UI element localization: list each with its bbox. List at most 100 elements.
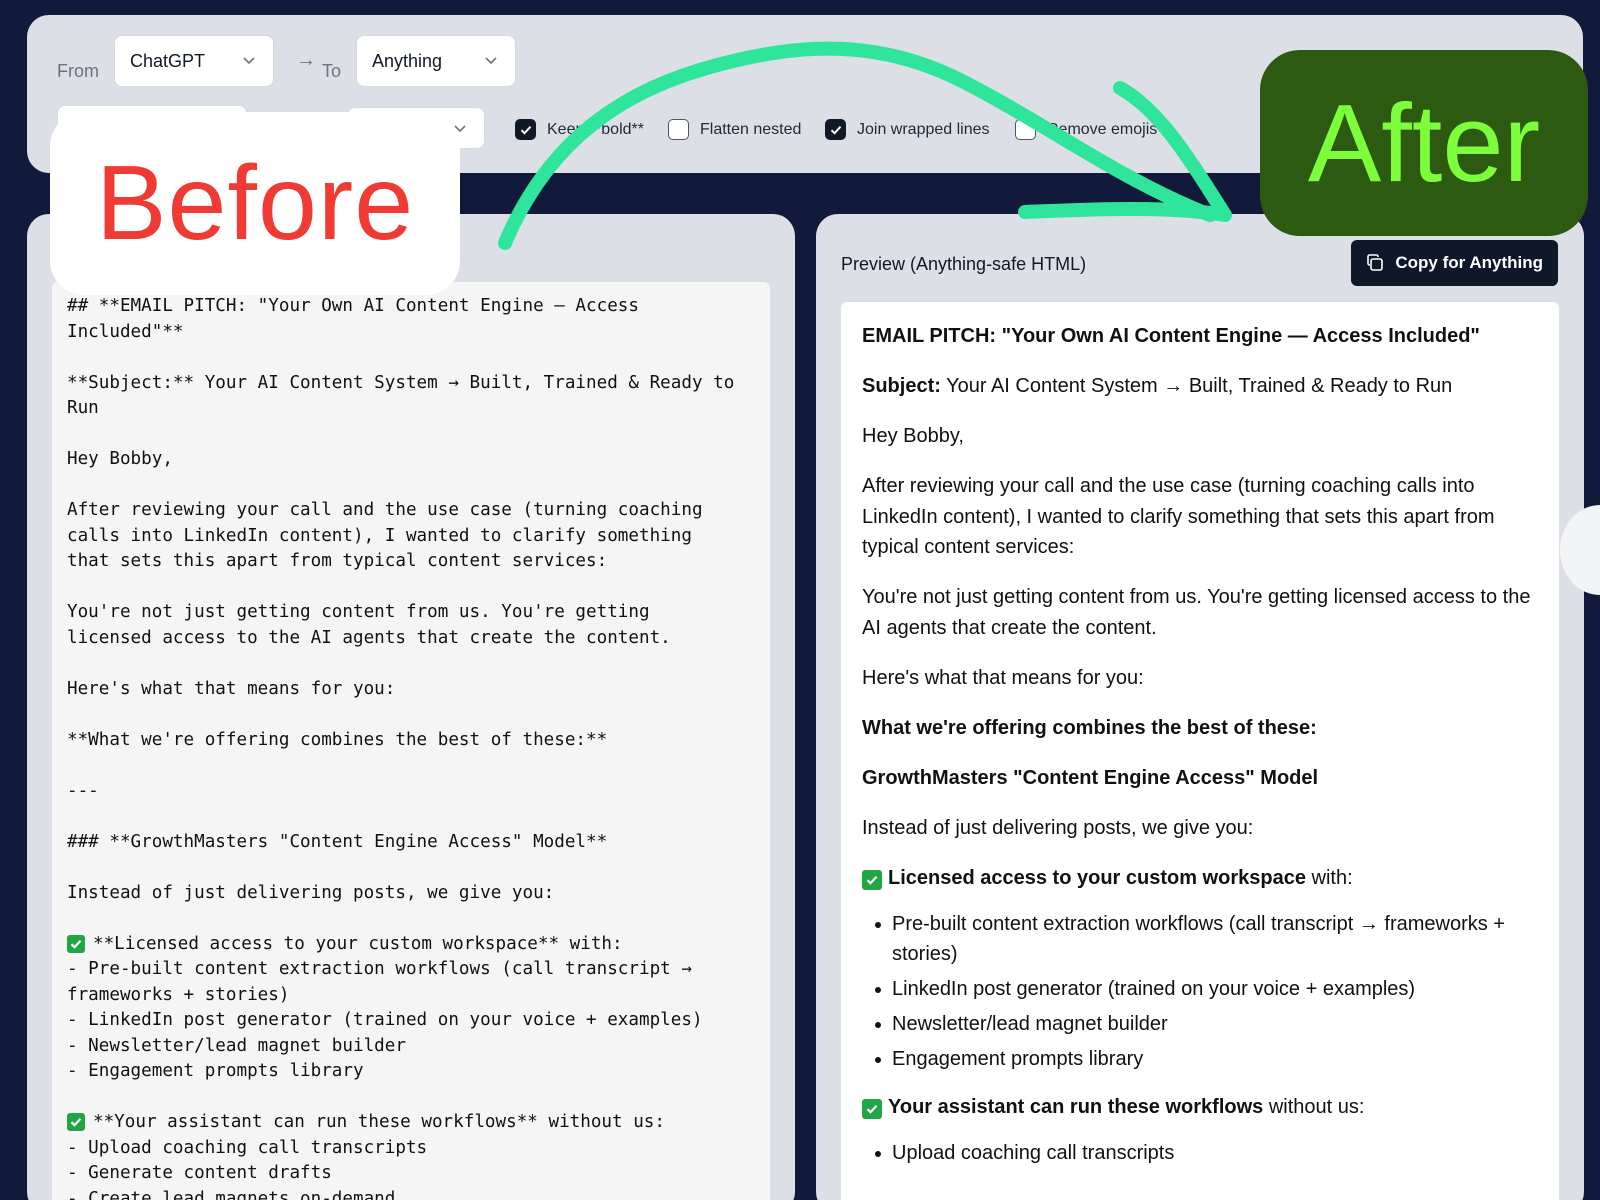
from-label: From — [57, 61, 99, 81]
before-badge: Before — [50, 112, 460, 295]
preview-content: EMAIL PITCH: "Your Own AI Content Engine… — [841, 302, 1559, 1200]
source-line: After reviewing your call and the use ca… — [67, 498, 756, 524]
source-line-text: calls into LinkedIn content), I wanted t… — [67, 525, 692, 546]
source-line-text: - Create lead magnets on-demand — [67, 1188, 396, 1200]
source-line: Here's what that means for you: — [67, 677, 756, 703]
option-label: Join wrapped lines — [857, 120, 990, 138]
source-line-text: ## **EMAIL PITCH: "Your Own AI Content E… — [67, 296, 639, 316]
source-line-text: --- — [67, 780, 99, 801]
option-remove-emojis[interactable]: Remove emojis — [1015, 119, 1157, 140]
option-label: Remove emojis — [1047, 120, 1158, 138]
preview-panel: Preview (Anything-safe HTML) Copy for An… — [816, 214, 1584, 1200]
source-line: - Generate content drafts — [67, 1161, 756, 1187]
copy-for-anything-button[interactable]: Copy for Anything — [1351, 240, 1558, 286]
source-line-text: Run — [67, 398, 99, 418]
from-select-value: ChatGPT — [130, 50, 206, 71]
source-line — [67, 804, 756, 830]
source-line-text: **Your assistant can run these workflows… — [93, 1112, 665, 1132]
source-line: Instead of just delivering posts, we giv… — [67, 881, 756, 907]
preview-list-1: Pre-built content extraction workflows (… — [872, 909, 1539, 1075]
source-panel: ## **EMAIL PITCH: "Your Own AI Content E… — [27, 214, 795, 1200]
source-line — [67, 702, 756, 728]
preview-feature-1: Licensed access to your custom workspace… — [862, 863, 1539, 894]
to-select-value: Anything — [372, 50, 443, 71]
preview-intro: Instead of just delivering posts, we giv… — [862, 816, 1254, 839]
to-label: To — [322, 61, 342, 81]
source-line — [67, 753, 756, 779]
preview-offering: What we're offering combines the best of… — [862, 716, 1317, 739]
source-line: - Create lead magnets on-demand — [67, 1187, 756, 1200]
source-line: **Subject:** Your AI Content System → Bu… — [67, 371, 756, 397]
check-mark-icon — [862, 1098, 882, 1119]
source-line: - Upload coaching call transcripts — [67, 1136, 756, 1162]
from-select[interactable]: ChatGPT — [114, 35, 274, 87]
checkbox-checked[interactable] — [825, 119, 846, 140]
source-line — [67, 422, 756, 448]
list-item: Engagement prompts library — [872, 1044, 1539, 1075]
source-line-text: Here's what that means for you: — [67, 678, 396, 699]
source-line: Run — [67, 396, 756, 422]
list-item: Newsletter/lead magnet builder — [872, 1009, 1539, 1040]
option-keep-bold[interactable]: Keep **bold** — [515, 119, 644, 140]
check-mark-icon — [862, 869, 882, 890]
copy-icon — [1367, 254, 1384, 271]
source-line: - LinkedIn post generator (trained on yo… — [67, 1008, 756, 1034]
list-item: Pre-built content extraction workflows (… — [872, 909, 1539, 970]
source-line-text: ### **GrowthMasters "Content Engine Acce… — [67, 831, 608, 852]
option-label: Keep **bold** — [547, 120, 644, 138]
source-line: licensed access to the AI agents that cr… — [67, 626, 756, 652]
source-line-text: After reviewing your call and the use ca… — [67, 500, 703, 520]
preview-feature-2: Your assistant can run these workflows w… — [862, 1092, 1539, 1123]
source-line: --- — [67, 779, 756, 805]
arrow-right-icon: → — [296, 49, 316, 71]
preview-paragraph: You're not just getting content from us.… — [862, 586, 1531, 639]
preview-heading: EMAIL PITCH: "Your Own AI Content Engine… — [862, 325, 1480, 347]
preview-subject: Subject: Your AI Content System → Built,… — [862, 375, 1453, 397]
source-line-text: **Licensed access to your custom workspa… — [93, 933, 623, 954]
source-line — [67, 906, 756, 932]
source-line: Hey Bobby, — [67, 447, 756, 473]
source-textarea[interactable]: ## **EMAIL PITCH: "Your Own AI Content E… — [52, 282, 770, 1200]
preview-paragraph: After reviewing your call and the use ca… — [862, 475, 1495, 558]
source-line-text: - Upload coaching call transcripts — [67, 1137, 428, 1158]
source-line: **Licensed access to your custom workspa… — [67, 932, 756, 958]
check-mark-icon — [67, 1113, 85, 1131]
source-line — [67, 855, 756, 881]
source-line-text: **Subject:** Your AI Content System → Bu… — [67, 372, 735, 393]
preview-model-heading: GrowthMasters "Content Engine Access" Mo… — [862, 766, 1319, 789]
source-line: You're not just getting content from us.… — [67, 600, 756, 626]
preview-title: Preview (Anything-safe HTML) — [841, 254, 1087, 274]
option-flatten-nested[interactable]: Flatten nested — [668, 119, 801, 140]
source-line-text: - Newsletter/lead magnet builder — [67, 1035, 406, 1056]
source-line — [67, 651, 756, 677]
preview-list-2: Upload coaching call transcripts — [872, 1138, 1539, 1169]
checkbox-unchecked[interactable] — [668, 119, 689, 140]
check-mark-icon — [67, 934, 85, 953]
source-line: - Pre-built content extraction workflows… — [67, 957, 756, 983]
to-select[interactable]: Anything — [356, 35, 516, 87]
source-line-text: that sets this apart from typical conten… — [67, 551, 608, 571]
source-line: **Your assistant can run these workflows… — [67, 1110, 756, 1136]
source-line-text: You're not just getting content from us.… — [67, 602, 650, 622]
source-line: - Engagement prompts library — [67, 1059, 756, 1085]
source-line-text: Included"** — [67, 321, 184, 342]
source-line-text: Hey Bobby, — [67, 449, 173, 469]
source-line: **What we're offering combines the best … — [67, 728, 756, 754]
source-line: ### **GrowthMasters "Content Engine Acce… — [67, 830, 756, 856]
source-line: calls into LinkedIn content), I wanted t… — [67, 524, 756, 550]
source-line: that sets this apart from typical conten… — [67, 549, 756, 575]
chevron-down-icon — [485, 57, 497, 65]
source-line-text: Instead of just delivering posts, we giv… — [67, 882, 555, 903]
preview-paragraph: Here's what that means for you: — [862, 666, 1144, 689]
checkbox-checked[interactable] — [515, 119, 536, 140]
list-item: LinkedIn post generator (trained on your… — [872, 974, 1539, 1005]
source-line-text: licensed access to the AI agents that cr… — [67, 627, 671, 648]
checkbox-unchecked[interactable] — [1015, 119, 1036, 140]
source-line-text: **What we're offering combines the best … — [67, 729, 608, 750]
source-line-text: - LinkedIn post generator (trained on yo… — [67, 1010, 703, 1030]
source-line-text: frameworks + stories) — [67, 984, 290, 1005]
source-line-text: - Generate content drafts — [67, 1163, 332, 1183]
source-line — [67, 575, 756, 601]
source-line-text: - Engagement prompts library — [67, 1061, 364, 1081]
option-join-wrapped-lines[interactable]: Join wrapped lines — [825, 119, 990, 140]
